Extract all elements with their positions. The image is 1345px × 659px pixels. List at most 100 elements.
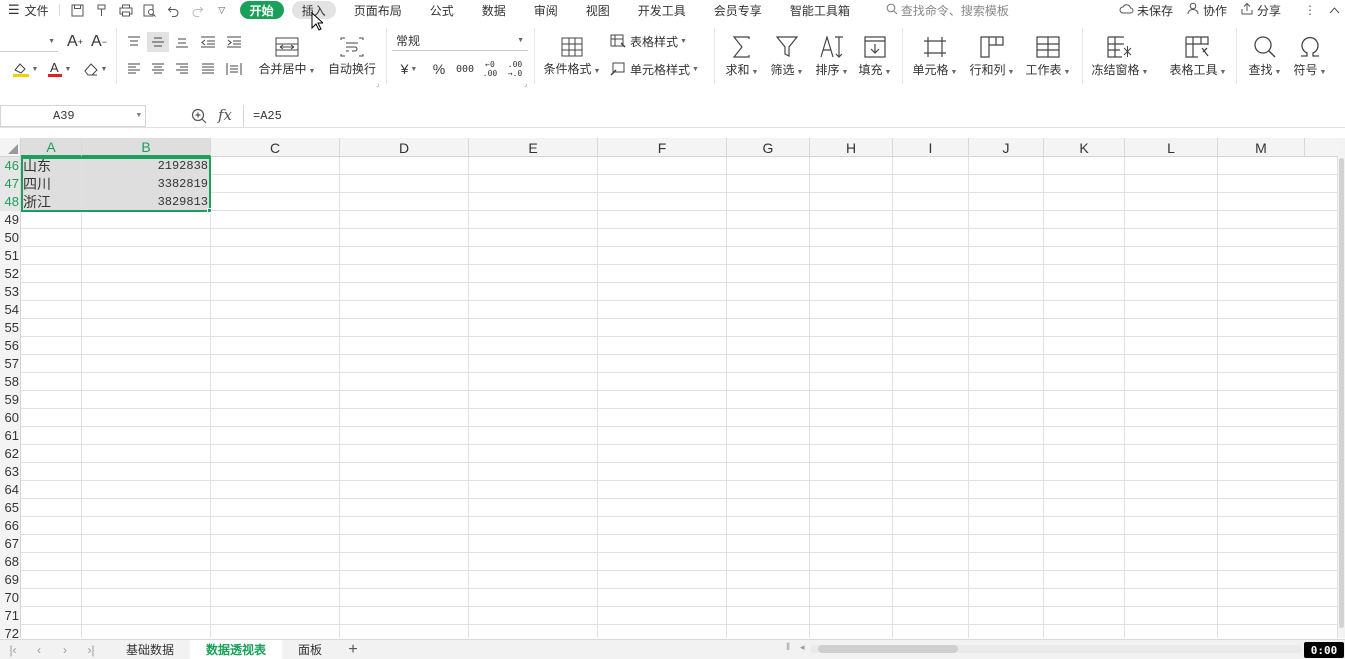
cell-j46[interactable] [969,157,1044,175]
tab-3[interactable]: 公式 [420,1,464,19]
cell-j60[interactable] [969,409,1044,427]
cell-e48[interactable] [469,193,598,211]
cell-g69[interactable] [727,571,810,589]
cell-b46[interactable]: 2192838 [82,157,211,175]
cell-b54[interactable] [82,301,211,319]
cell-a63[interactable] [21,463,82,481]
cell-k55[interactable] [1044,319,1125,337]
cell-l71[interactable] [1125,607,1218,625]
cell-l67[interactable] [1125,535,1218,553]
cell-h62[interactable] [810,445,893,463]
cell-k68[interactable] [1044,553,1125,571]
command-search[interactable]: 查找命令、搜索模板 [882,0,1013,20]
cell-e46[interactable] [469,157,598,175]
cell-a61[interactable] [21,427,82,445]
cell-c57[interactable] [211,355,340,373]
cell-l66[interactable] [1125,517,1218,535]
cell-d57[interactable] [340,355,469,373]
cell-g51[interactable] [727,247,810,265]
row-header[interactable]: 65 [0,499,21,517]
cell-h69[interactable] [810,571,893,589]
cell-g72[interactable] [727,625,810,638]
cell-e60[interactable] [469,409,598,427]
cell-h53[interactable] [810,283,893,301]
cell-k71[interactable] [1044,607,1125,625]
cell-m64[interactable] [1218,481,1338,499]
cell-c58[interactable] [211,373,340,391]
cell-d48[interactable] [340,193,469,211]
cell-m71[interactable] [1218,607,1338,625]
cell-d46[interactable] [340,157,469,175]
dialog-launcher-icon[interactable]: ⌟ [376,80,379,88]
row-header[interactable]: 58 [0,373,21,391]
align-center-icon[interactable] [148,59,168,79]
vertical-scrollbar-thumb[interactable] [1339,158,1344,628]
cell-g56[interactable] [727,337,810,355]
cell-c63[interactable] [211,463,340,481]
cell-g54[interactable] [727,301,810,319]
select-all-corner[interactable] [0,138,21,157]
cell-h46[interactable] [810,157,893,175]
row-header[interactable]: 63 [0,463,21,481]
cell-j52[interactable] [969,265,1044,283]
cell-f57[interactable] [598,355,727,373]
cell-j72[interactable] [969,625,1044,638]
cell-c67[interactable] [211,535,340,553]
chevron-down-icon[interactable]: ▽ [215,3,229,17]
cell-h52[interactable] [810,265,893,283]
cell-c56[interactable] [211,337,340,355]
cell-a62[interactable] [21,445,82,463]
first-sheet-icon[interactable]: |‹ [0,640,26,659]
cell-f71[interactable] [598,607,727,625]
cell-m66[interactable] [1218,517,1338,535]
cell-i54[interactable] [893,301,969,319]
cell-h55[interactable] [810,319,893,337]
cell-m72[interactable] [1218,625,1338,638]
cell-d65[interactable] [340,499,469,517]
cell-b72[interactable] [82,625,211,638]
cell-j59[interactable] [969,391,1044,409]
cell-i52[interactable] [893,265,969,283]
cell-j67[interactable] [969,535,1044,553]
increase-indent-icon[interactable] [223,32,245,52]
cell-e64[interactable] [469,481,598,499]
column-header-i[interactable]: I [893,138,969,157]
cell-i72[interactable] [893,625,969,638]
column-header-k[interactable]: K [1044,138,1125,157]
horizontal-scrollbar[interactable]: ‖ ◂ [786,641,1302,657]
cell-h47[interactable] [810,175,893,193]
cell-h63[interactable] [810,463,893,481]
cell-f67[interactable] [598,535,727,553]
freeze-panes-button[interactable]: 冻结窗格 ▼ [1088,32,1152,82]
cell-e63[interactable] [469,463,598,481]
cell-g70[interactable] [727,589,810,607]
cell-l68[interactable] [1125,553,1218,571]
cell-b64[interactable] [82,481,211,499]
cell-i68[interactable] [893,553,969,571]
cell-e55[interactable] [469,319,598,337]
cell-k47[interactable] [1044,175,1125,193]
cell-c54[interactable] [211,301,340,319]
cell-e71[interactable] [469,607,598,625]
cell-k70[interactable] [1044,589,1125,607]
align-left-icon[interactable] [124,59,144,79]
align-right-icon[interactable] [172,59,192,79]
cell-a71[interactable] [21,607,82,625]
cell-j65[interactable] [969,499,1044,517]
cell-j62[interactable] [969,445,1044,463]
cell-style-button[interactable]: 单元格样式 ▼ [610,59,706,79]
cell-m67[interactable] [1218,535,1338,553]
cell-d51[interactable] [340,247,469,265]
cell-g60[interactable] [727,409,810,427]
cell-h72[interactable] [810,625,893,638]
cell-d62[interactable] [340,445,469,463]
cell-f59[interactable] [598,391,727,409]
cell-h54[interactable] [810,301,893,319]
decrease-indent-icon[interactable] [197,32,219,52]
percent-button[interactable]: % [428,59,450,79]
conditional-format-button[interactable]: 条件格式 ▼ [540,32,604,82]
cell-f68[interactable] [598,553,727,571]
column-header-h[interactable]: H [810,138,893,157]
cell-g63[interactable] [727,463,810,481]
cell-k52[interactable] [1044,265,1125,283]
